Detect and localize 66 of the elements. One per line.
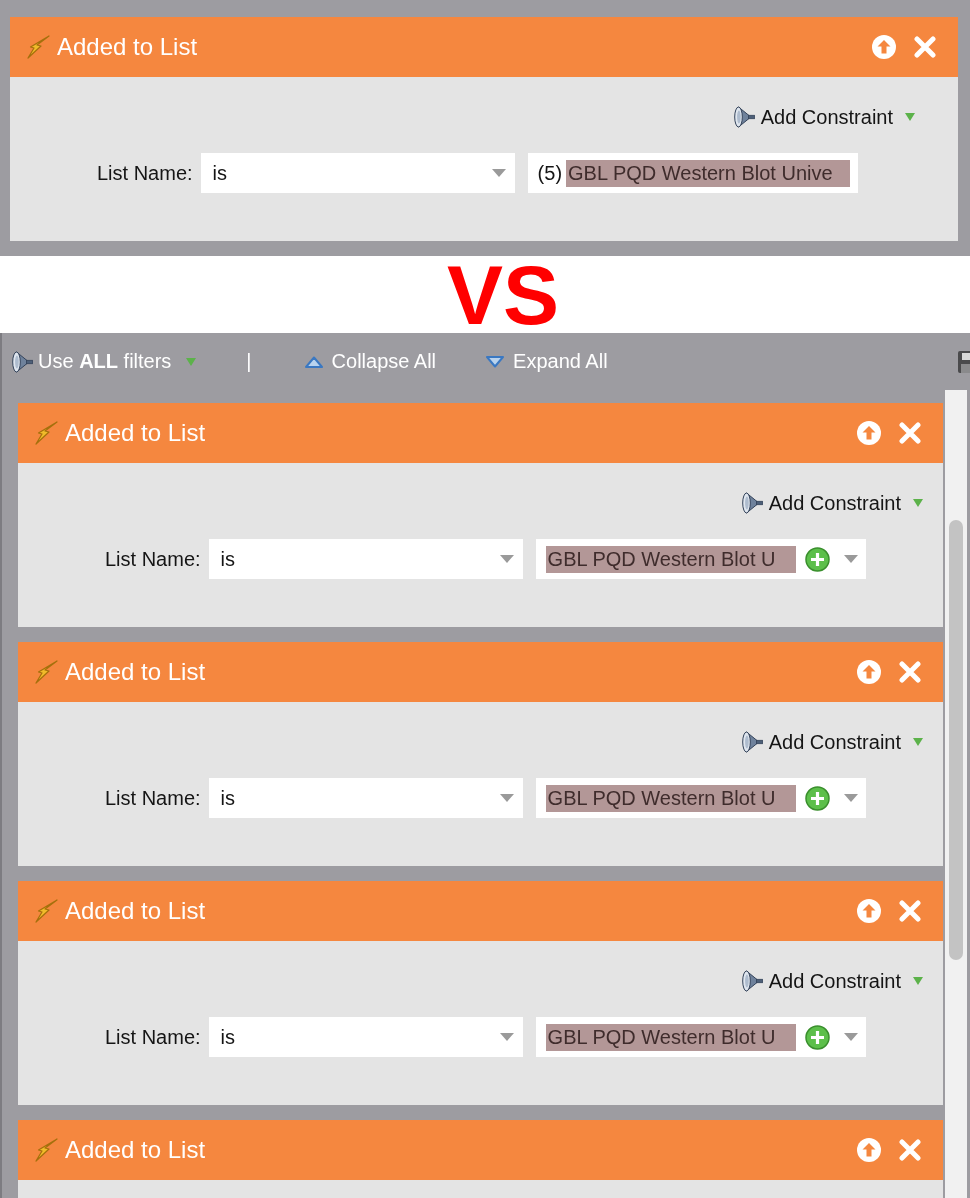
operator-select[interactable]: is [200, 153, 515, 193]
list-picker-field[interactable]: GBL PQD Western Blot U [535, 778, 866, 818]
caret-icon [843, 1033, 858, 1041]
field-label: List Name: [105, 547, 201, 571]
bolt-icon [35, 421, 58, 445]
filter-title: Added to List [65, 1136, 206, 1164]
separator-text: | [246, 350, 252, 373]
field-label: List Name: [97, 161, 193, 185]
funnel-icon [741, 731, 763, 753]
funnel-icon [741, 970, 763, 992]
add-constraint-button[interactable]: Add Constraint [741, 491, 923, 515]
add-constraint-button[interactable]: Add Constraint [741, 969, 923, 993]
list-name-text: GBL PQD Western Blot Unive [566, 159, 850, 187]
operator-select[interactable]: is [208, 778, 523, 818]
caret-icon [186, 357, 197, 366]
vs-label: VS [446, 252, 560, 337]
list-name-text: GBL PQD Western Blot U [545, 1023, 796, 1051]
add-icon[interactable] [804, 1024, 830, 1050]
close-icon[interactable] [899, 422, 921, 444]
list-name-text: GBL PQD Western Blot U [545, 545, 796, 573]
triangle-up-icon [304, 355, 323, 368]
add-icon[interactable] [804, 785, 830, 811]
triangle-down-icon [486, 355, 505, 368]
filter-title: Added to List [65, 658, 206, 686]
close-icon[interactable] [899, 900, 921, 922]
move-up-icon[interactable] [857, 899, 881, 923]
move-up-icon[interactable] [857, 421, 881, 445]
add-constraint-button[interactable]: Add Constraint [733, 105, 915, 129]
close-icon[interactable] [914, 36, 936, 58]
bolt-icon [27, 35, 50, 59]
bolt-icon [35, 1138, 58, 1162]
caret-icon [499, 794, 514, 802]
caret-icon [913, 499, 923, 507]
caret-icon [913, 977, 923, 985]
bolt-icon [35, 660, 58, 684]
funnel-icon [733, 106, 755, 128]
close-icon[interactable] [899, 1139, 921, 1161]
caret-icon [905, 113, 915, 121]
bolt-icon [35, 899, 58, 923]
move-up-icon[interactable] [857, 660, 881, 684]
filter-title: Added to List [65, 897, 206, 925]
filter-title: Added to List [57, 33, 198, 61]
add-icon[interactable] [804, 546, 830, 572]
list-count-text: (5) [537, 161, 563, 185]
caret-icon [913, 738, 923, 746]
funnel-icon [741, 492, 763, 514]
operator-select[interactable]: is [208, 539, 523, 579]
funnel-icon [12, 350, 33, 373]
list-picker-field[interactable]: GBL PQD Western Blot U [535, 539, 866, 579]
list-picker-field[interactable]: GBL PQD Western Blot U [535, 1017, 866, 1057]
move-up-icon[interactable] [857, 1138, 881, 1162]
caret-icon [843, 555, 858, 563]
move-up-icon[interactable] [872, 35, 896, 59]
scrollbar-thumb[interactable] [949, 520, 963, 960]
field-label: List Name: [105, 1025, 201, 1049]
caret-icon [491, 169, 506, 177]
field-label: List Name: [105, 786, 201, 810]
close-icon[interactable] [899, 661, 921, 683]
filter-title: Added to List [65, 419, 206, 447]
add-constraint-button[interactable]: Add Constraint [741, 730, 923, 754]
caret-icon [499, 555, 514, 563]
operator-select[interactable]: is [208, 1017, 523, 1057]
list-value-field[interactable]: (5) GBL PQD Western Blot Unive [527, 153, 858, 193]
list-name-text: GBL PQD Western Blot U [545, 784, 796, 812]
caret-icon [499, 1033, 514, 1041]
caret-icon [843, 794, 858, 802]
